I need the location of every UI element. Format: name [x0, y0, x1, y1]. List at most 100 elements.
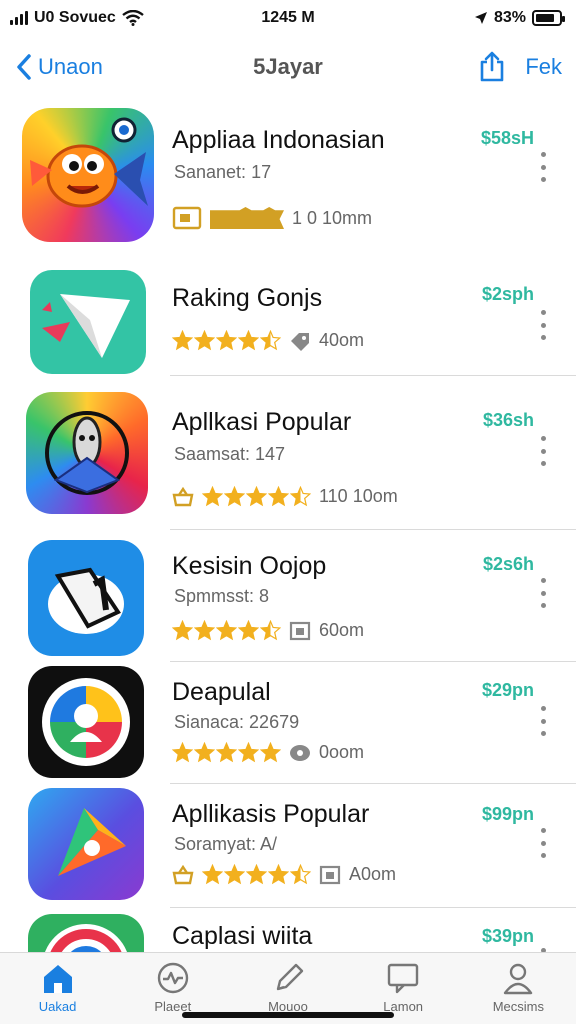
- circle-avatar-icon: [42, 678, 130, 766]
- star-rating: [172, 742, 281, 763]
- star-rating: [172, 620, 281, 641]
- tab-label: Uakad: [38, 999, 77, 1014]
- more-options-button[interactable]: [538, 706, 548, 736]
- app-meta-text: 40om: [319, 330, 365, 350]
- app-meta: 40om: [172, 330, 364, 351]
- app-price: $58sH: [480, 128, 534, 148]
- star-icon: [172, 742, 193, 763]
- tag-badge-icon: [172, 206, 202, 230]
- app-row[interactable]: Deapulal Sianaca: 22679 $29pn 0oom: [0, 662, 576, 784]
- status-bar: U0 Sovuec 1245 M 83%: [0, 0, 576, 36]
- app-meta: A0om: [172, 864, 396, 885]
- calendar-icon: [319, 865, 341, 884]
- edit-button[interactable]: Fek: [525, 54, 562, 80]
- app-meta: 110 10om: [172, 486, 398, 507]
- app-subtitle: Sananet: 17: [174, 162, 272, 182]
- star-icon: [238, 330, 259, 351]
- fish-character-icon: [30, 117, 148, 208]
- tag-icon: [290, 744, 310, 761]
- app-meta-text: A0om: [349, 864, 397, 884]
- star-icon: [172, 330, 193, 351]
- app-price: $99pn: [481, 804, 534, 824]
- star-icon: [172, 620, 193, 641]
- app-icon-document: [28, 540, 144, 656]
- tab-messages[interactable]: Lamon: [353, 961, 453, 1014]
- app-list: Appliaa Indonasian Sananet: 17 $58sH 1 0…: [0, 100, 576, 1014]
- app-meta-text: 1 0 10mm: [292, 207, 373, 228]
- star-icon: [194, 742, 215, 763]
- star-icon: [260, 742, 281, 763]
- app-icon-circle: [28, 666, 144, 778]
- star-rating: [202, 864, 311, 885]
- star-icon: [202, 864, 223, 885]
- app-subtitle: Spmmsst: 8: [174, 586, 270, 606]
- app-icon-paper-plane: [30, 270, 146, 374]
- pencil-icon: [276, 963, 304, 991]
- calendar-icon: [289, 621, 311, 640]
- tab-profile[interactable]: Mecsims: [468, 961, 568, 1014]
- activity-circle-icon: [157, 962, 188, 994]
- more-options-button[interactable]: [538, 310, 548, 340]
- app-name: Appliaa Indonasian: [172, 126, 385, 154]
- app-meta-text: 0oom: [319, 742, 365, 762]
- app-name: Apllikasis Popular: [172, 800, 370, 828]
- star-icon: [290, 864, 311, 885]
- app-name: Raking Gonjs: [172, 284, 323, 312]
- partial-rating-bar: [210, 207, 284, 229]
- app-meta-text: 60om: [319, 620, 365, 640]
- app-row[interactable]: Apllikasis Popular Soramyat: A/ $99pn A0…: [0, 784, 576, 908]
- paper-plane-icon: [42, 294, 130, 358]
- app-name: Kesisin Oojop: [172, 552, 327, 580]
- tag-icon: [291, 332, 309, 351]
- basket-icon: [172, 864, 194, 884]
- star-icon: [194, 330, 215, 351]
- star-icon: [290, 486, 311, 507]
- clock: 1245 M: [261, 9, 315, 26]
- app-icon-fish: [22, 108, 154, 242]
- app-row[interactable]: Raking Gonjs $2sph 40om: [0, 240, 576, 376]
- app-price: $36sh: [482, 410, 534, 430]
- more-options-button[interactable]: [538, 152, 548, 182]
- app-icon-character: [26, 392, 148, 514]
- character-figure-icon: [45, 411, 129, 495]
- nav-actions: Fek: [477, 51, 562, 83]
- back-label: Unaon: [38, 54, 103, 79]
- message-icon: [387, 963, 419, 994]
- star-icon: [202, 486, 223, 507]
- app-meta: 1 0 10mm: [172, 206, 372, 230]
- star-rating: [172, 330, 281, 351]
- app-price: $29pn: [481, 680, 534, 700]
- star-icon: [194, 620, 215, 641]
- star-icon: [246, 864, 267, 885]
- home-icon: [43, 965, 72, 993]
- tab-activity[interactable]: Plaeet: [123, 961, 223, 1014]
- more-options-button[interactable]: [538, 578, 548, 608]
- star-icon: [216, 330, 237, 351]
- star-icon: [268, 486, 289, 507]
- app-row[interactable]: Kesisin Oojop Spmmsst: 8 $2s6h 60om: [0, 530, 576, 662]
- app-name: Apllkasi Popular: [172, 408, 352, 436]
- share-icon[interactable]: [477, 51, 507, 83]
- app-subtitle: Soramyat: A/: [174, 834, 278, 854]
- tab-home[interactable]: Uakad: [8, 961, 108, 1014]
- star-icon: [238, 620, 259, 641]
- app-row[interactable]: Appliaa Indonasian Sananet: 17 $58sH 1 0…: [0, 100, 576, 242]
- app-subtitle: Sianaca: 22679: [174, 712, 300, 732]
- navigation-bar: 5Jayar Unaon Fek: [0, 40, 576, 94]
- battery-icon: [532, 10, 565, 26]
- app-row[interactable]: Apllkasi Popular Saamsat: 147 $36sh 110 …: [0, 376, 576, 530]
- more-options-button[interactable]: [538, 436, 548, 466]
- document-icon: [48, 567, 124, 634]
- app-price: $2s6h: [482, 554, 534, 574]
- app-price: $2sph: [481, 284, 534, 304]
- home-indicator[interactable]: [182, 1012, 394, 1018]
- more-options-button[interactable]: [538, 828, 548, 858]
- star-icon: [268, 864, 289, 885]
- back-button[interactable]: Unaon: [14, 53, 103, 81]
- app-name: Caplasi wiita: [172, 922, 313, 950]
- app-meta-text: 110 10om: [319, 486, 398, 506]
- app-icon-arrow: [28, 788, 144, 900]
- battery-fill: [536, 14, 555, 22]
- star-rating: [202, 486, 311, 507]
- tab-edit[interactable]: Mouoo: [238, 961, 338, 1014]
